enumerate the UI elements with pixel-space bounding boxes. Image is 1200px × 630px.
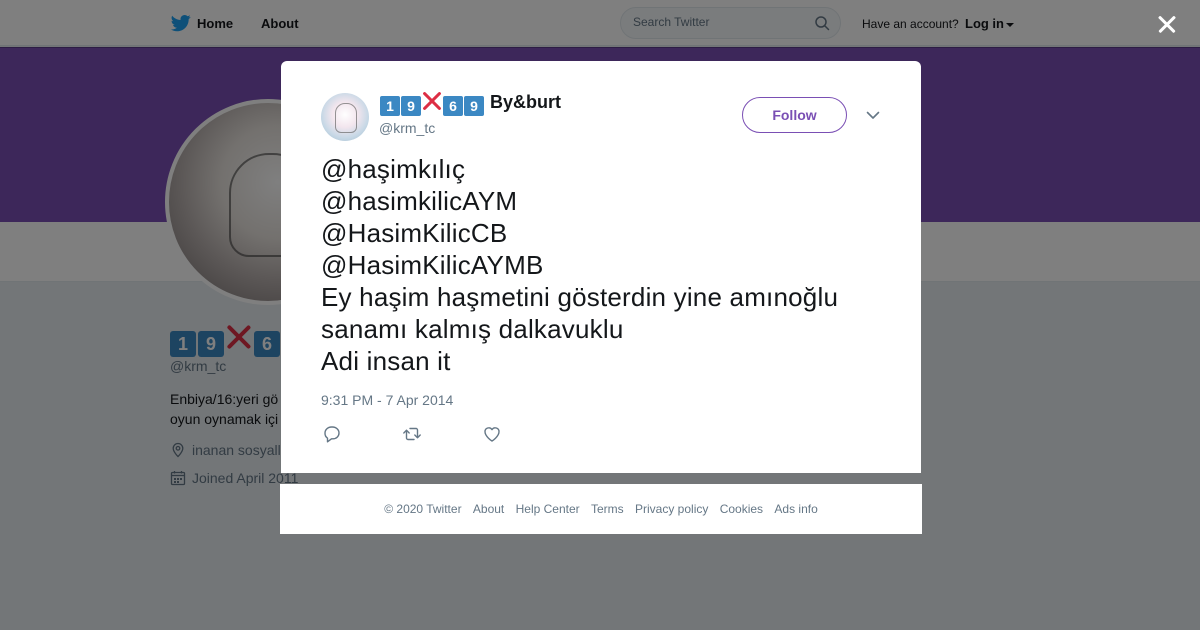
tweet-text: @haşimkılıç @hasimkilicAYM @HasimKilicCB… (321, 153, 891, 377)
close-icon[interactable] (1154, 12, 1180, 38)
keycap-six-emoji: 6 (443, 96, 463, 116)
tweet-text-line: @HasimKilicAYMB (321, 250, 544, 280)
tweet-text-line: @haşimkılıç (321, 154, 466, 184)
tweet-text-line: @HasimKilicCB (321, 218, 508, 248)
follow-button[interactable]: Follow (742, 97, 847, 133)
keycap-nine-emoji: 9 (464, 96, 484, 116)
footer-link-help-center[interactable]: Help Center (516, 502, 580, 516)
footer-copyright: © 2020 Twitter (384, 502, 462, 516)
tweet-text-line: Adi insan it (321, 346, 451, 376)
footer-link-terms[interactable]: Terms (591, 502, 624, 516)
tweet-modal: 1969 By&burt @krm_tc Follow @haşimkılıç … (281, 61, 921, 473)
chevron-down-icon[interactable] (865, 107, 881, 123)
cross-mark-icon (422, 91, 442, 111)
tweet-text-line: sanamı kalmış dalkavuklu (321, 314, 624, 344)
tweet-timestamp[interactable]: 9:31 PM - 7 Apr 2014 (321, 392, 453, 408)
keycap-one-emoji: 1 (380, 96, 400, 116)
footer-link-ads-info[interactable]: Ads info (774, 502, 817, 516)
tweet-author-name[interactable]: 1969 By&burt (380, 91, 561, 116)
keycap-nine-emoji: 9 (401, 96, 421, 116)
footer-link-cookies[interactable]: Cookies (720, 502, 763, 516)
tweet-text-line: @hasimkilicAYM (321, 186, 518, 216)
heart-icon[interactable] (482, 424, 502, 444)
footer-link-about[interactable]: About (473, 502, 504, 516)
tweet-author-name-text: By&burt (490, 92, 562, 112)
footer-link-privacy-policy[interactable]: Privacy policy (635, 502, 708, 516)
reply-icon[interactable] (322, 424, 342, 444)
tweet-author-avatar[interactable] (321, 93, 369, 141)
tweet-author-handle[interactable]: @krm_tc (379, 120, 435, 136)
retweet-icon[interactable] (402, 424, 422, 444)
footer: © 2020 Twitter About Help Center Terms P… (280, 484, 922, 534)
tweet-text-line: Ey haşim haşmetini gösterdin yine amınoğ… (321, 282, 839, 312)
